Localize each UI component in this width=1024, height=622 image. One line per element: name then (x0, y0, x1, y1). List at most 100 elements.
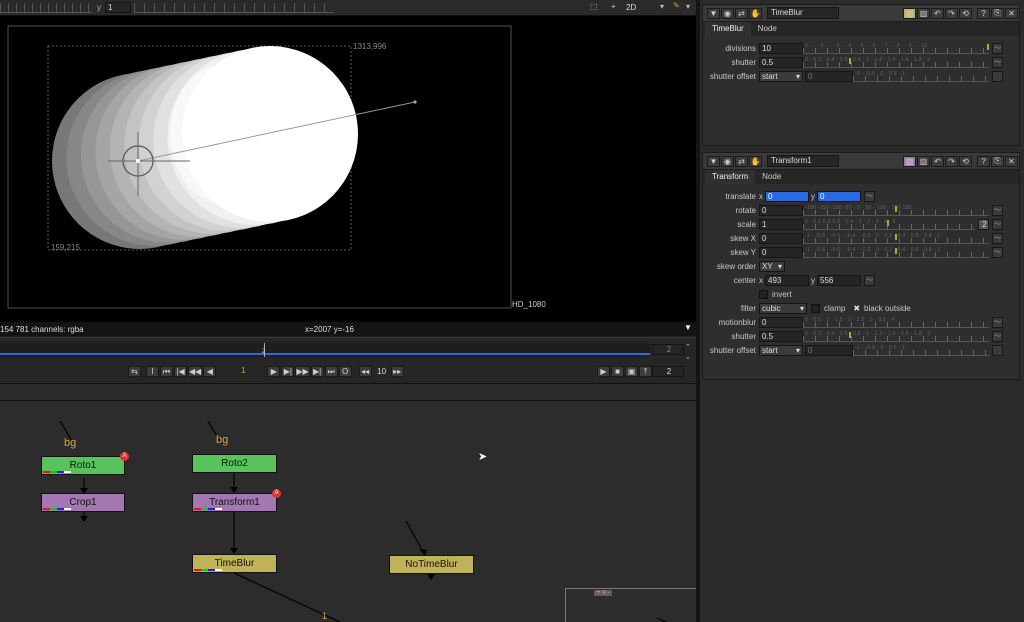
viewer-toggle-icon[interactable]: ◉ (721, 7, 734, 19)
center-x-field[interactable]: 493 (765, 274, 809, 286)
float-icon[interactable]: ⎘ (991, 155, 1004, 167)
close-icon[interactable]: ✕ (1005, 7, 1018, 19)
chevron-up-icon[interactable]: ⌃ (685, 343, 691, 351)
timeline-track[interactable]: 2 (0, 343, 650, 357)
collapse-icon[interactable]: ▼ (707, 7, 720, 19)
tab-transform[interactable]: Transform (705, 170, 756, 184)
gain-slider[interactable] (0, 3, 92, 13)
view-mode-select[interactable]: 2D (626, 3, 636, 12)
node-timeblur[interactable]: TimeBlur (192, 554, 277, 573)
tile-color-icon[interactable]: ▧ (903, 155, 916, 167)
animation-icon[interactable]: 〜 (992, 56, 1003, 68)
chevron-down-icon[interactable]: ▾ (660, 2, 664, 11)
help-icon[interactable]: ? (977, 155, 990, 167)
clamp-checkbox[interactable] (811, 303, 820, 313)
animation-icon[interactable]: 〜 (992, 218, 1003, 230)
motionblur-slider[interactable]: 0 · 0.5 · 1 · 1.5 · 2 · 2.5 · 3 · 3.5 · … (803, 317, 989, 328)
shutter-offset-select[interactable]: start ▾ (759, 70, 803, 82)
animation-icon[interactable]: 〜 (992, 330, 1003, 342)
rotate-slider[interactable]: -180 -150 -100 -50 · 0 · 50 · 100 · 150 … (803, 205, 989, 216)
node-graph[interactable]: bg bg Roto1 A Crop1 Roto2 Transform1 A T… (0, 401, 696, 622)
end-frame-bottom[interactable]: 2 (652, 366, 684, 377)
tab-timeblur[interactable]: TimeBlur (705, 22, 751, 36)
next-increment-icon[interactable]: ▶▶ (295, 366, 310, 377)
prev-keyframe-icon[interactable]: |◀ (174, 366, 187, 377)
revert-icon[interactable]: ⟲ (959, 7, 972, 19)
shutter-field[interactable]: 0.5 (759, 330, 803, 342)
black-outside-checkbox[interactable]: ✖ (853, 304, 860, 313)
next-frame-icon[interactable]: ▶| (281, 366, 295, 377)
tab-node[interactable]: Node (751, 22, 784, 36)
backdrop-node[interactable]: + ≡ - (565, 588, 696, 622)
skewx-field[interactable]: 0 (759, 232, 803, 244)
rotate-field[interactable]: 0 (759, 204, 803, 216)
scale-field[interactable]: 1 (759, 218, 803, 230)
chevron-down-icon[interactable]: ⌄ (685, 353, 691, 361)
viewer-toggle-icon[interactable]: ◉ (721, 155, 734, 167)
hand-icon[interactable]: ✋ (749, 7, 762, 19)
center-y-field[interactable]: 556 (817, 274, 861, 286)
gl-color-icon[interactable]: ▨ (917, 7, 930, 19)
end-frame-top[interactable]: 2 (652, 344, 684, 355)
projection-icon[interactable]: ⌖ (611, 2, 616, 12)
scale-slider[interactable]: 0 · 0.1 0.2 0.3 · 0.4 · 1 · 2 · 3 · 4 · … (803, 219, 975, 230)
node-roto1[interactable]: Roto1 A (41, 452, 129, 475)
hand-icon[interactable]: ✋ (749, 155, 762, 167)
render-icon[interactable]: ▣ (625, 366, 638, 377)
gamma-slider[interactable] (134, 3, 334, 13)
filter-select[interactable]: cubic ▾ (759, 302, 807, 314)
animation-icon[interactable]: 〜 (992, 232, 1003, 244)
shutter-offset-slider[interactable]: -1 · -0.5 · 0 · 0.5 · 1 (853, 345, 989, 356)
motionblur-field[interactable]: 0 (759, 316, 803, 328)
out-point-icon[interactable]: O (338, 366, 352, 377)
animation-icon[interactable] (992, 344, 1003, 356)
redo-icon[interactable]: ↷ (945, 155, 958, 167)
animation-icon[interactable]: 〜 (864, 190, 875, 202)
animation-icon[interactable]: 〜 (992, 316, 1003, 328)
divisions-field[interactable]: 10 (759, 42, 803, 54)
shutter-offset-slider[interactable]: -1 · -0.5 · 0 · 0.5 · 1 (853, 71, 989, 82)
frame-field[interactable]: 1 (221, 366, 263, 377)
translate-x-field[interactable]: 0 (765, 190, 809, 202)
skew-order-select[interactable]: XY ▾ (759, 260, 785, 272)
node-crop1[interactable]: Crop1 (41, 493, 125, 512)
node-roto2[interactable]: Roto2 (192, 454, 277, 473)
undo-icon[interactable]: ↶ (931, 155, 944, 167)
paint-icon[interactable]: ✎ (673, 1, 680, 10)
animation-icon[interactable]: 〜 (992, 42, 1003, 54)
node-name-field[interactable]: TimeBlur (767, 7, 839, 19)
center-icon[interactable]: ⇄ (735, 7, 748, 19)
flipbook-stop-icon[interactable]: ■ (611, 366, 624, 377)
export-icon[interactable]: ⤒ (639, 366, 652, 377)
play-forward-icon[interactable]: ▶ (267, 366, 281, 377)
step-back-icon[interactable]: ◂◂ (358, 366, 372, 377)
collapse-icon[interactable]: ▼ (707, 155, 720, 167)
tab-node[interactable]: Node (755, 170, 788, 184)
divisions-slider[interactable]: 1 · · · 2 · · · 3 · · 4 · · 5 · · 6 · · … (803, 43, 989, 54)
animation-icon[interactable] (992, 70, 1003, 82)
invert-checkbox[interactable] (759, 289, 768, 299)
center-icon[interactable]: ⇄ (735, 155, 748, 167)
gl-color-icon[interactable]: ▨ (917, 155, 930, 167)
playback-mode-icon[interactable]: ⇆ (128, 366, 141, 377)
node-notimeblur[interactable]: NoTimeBlur (389, 555, 474, 574)
animation-icon[interactable]: 〜 (864, 274, 875, 286)
viewer-canvas[interactable]: 1313,996 159,215 HD_1080 (0, 16, 696, 322)
play-backward-icon[interactable]: ◀ (203, 366, 217, 377)
prev-increment-icon[interactable]: ◀◀ (188, 366, 203, 377)
revert-icon[interactable]: ⟲ (959, 155, 972, 167)
step-forward-icon[interactable]: ▸▸ (390, 366, 404, 377)
shutter-offset-custom[interactable]: 0 (805, 70, 853, 82)
scale-count[interactable]: 2 (978, 218, 989, 230)
flipbook-play-icon[interactable]: ▶ (597, 366, 610, 377)
in-point-icon[interactable]: I (146, 366, 159, 377)
skewx-slider[interactable]: -1 · -0.8 · -0.6 · -0.4 · -0.2 · 0 · 0.2… (803, 233, 989, 244)
skewy-field[interactable]: 0 (759, 246, 803, 258)
last-frame-icon[interactable]: ⏭ (324, 366, 338, 377)
shutter-offset-custom[interactable]: 0 (805, 344, 853, 356)
shutter-field[interactable]: 0.5 (759, 56, 803, 68)
shutter-slider[interactable]: 0 · 0.2 · 0.4 · 0.6 · 0.8 · 1 · 1.2 · 1.… (803, 57, 989, 68)
undo-icon[interactable]: ↶ (931, 7, 944, 19)
translate-y-field[interactable]: 0 (817, 190, 861, 202)
tile-color-icon[interactable]: ▧ (903, 7, 916, 19)
